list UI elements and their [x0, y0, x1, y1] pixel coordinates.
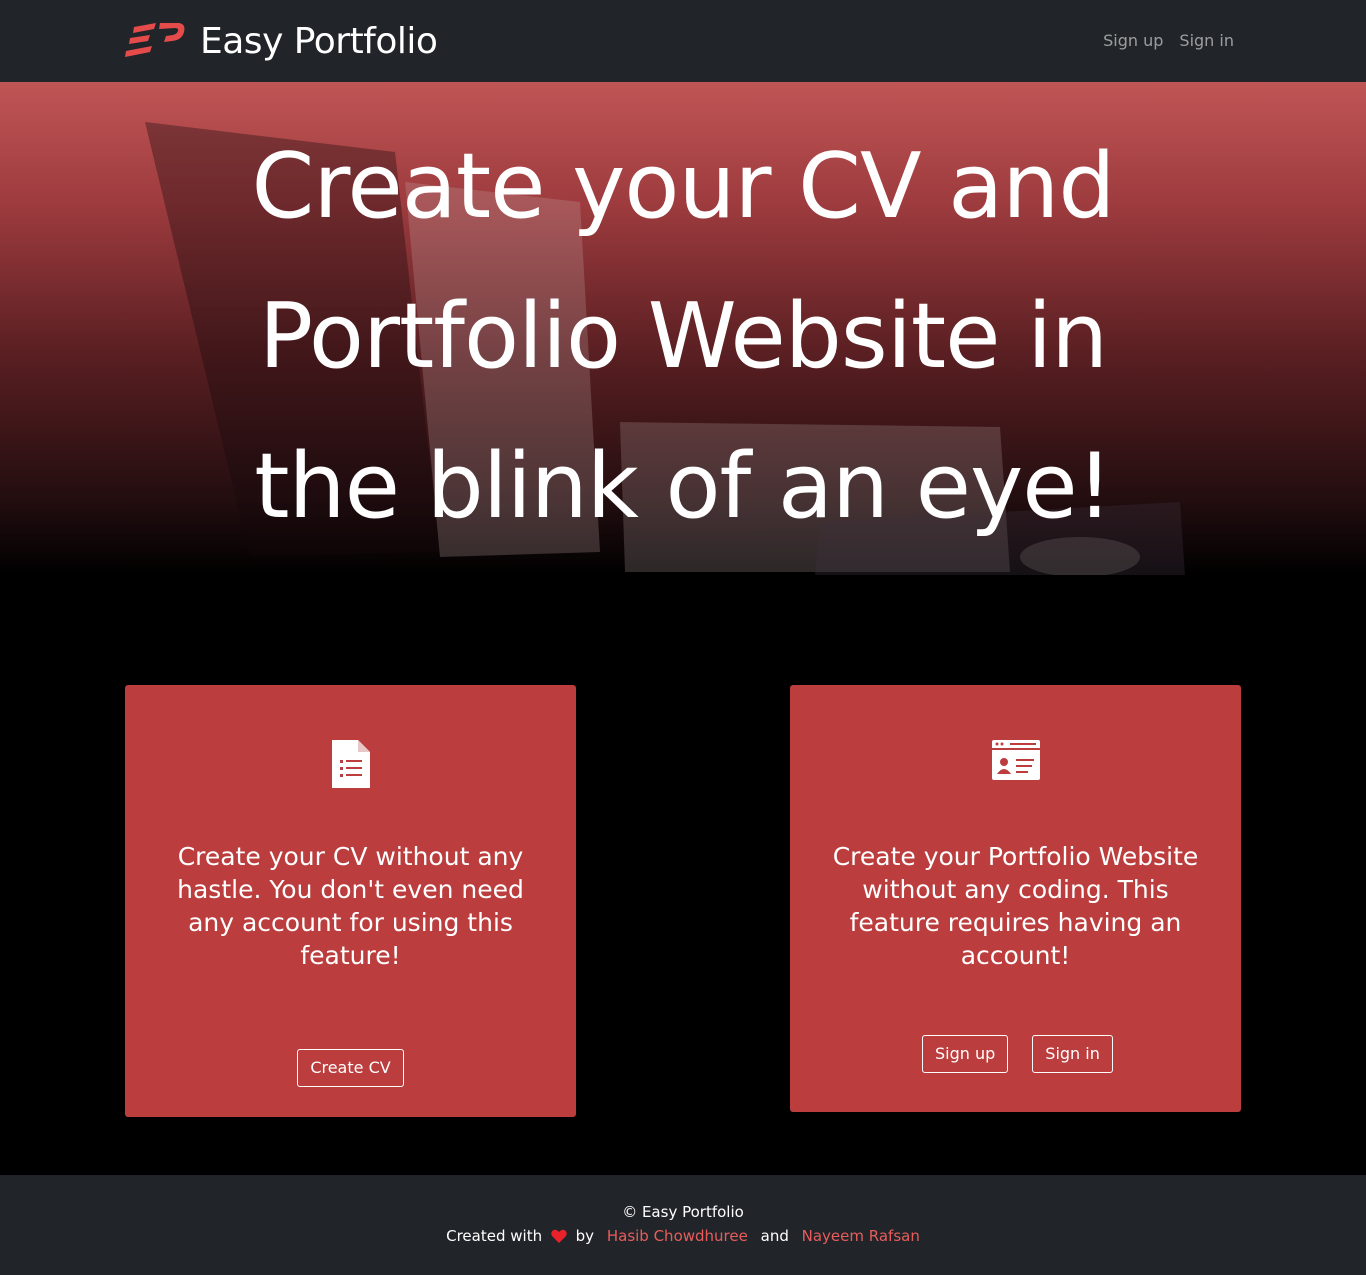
nav-links: Sign up Sign in: [1103, 31, 1234, 50]
portfolio-card-buttons: Sign up Sign in: [922, 1035, 1113, 1073]
hero-banner: Create your CV and Portfolio Website in …: [0, 82, 1366, 575]
card-sign-in-button[interactable]: Sign in: [1032, 1035, 1113, 1073]
create-cv-button[interactable]: Create CV: [297, 1049, 404, 1087]
footer-by: by: [575, 1227, 595, 1245]
portfolio-card: Create your Portfolio Website without an…: [790, 685, 1241, 1112]
nav-sign-up-link[interactable]: Sign up: [1103, 31, 1163, 50]
footer-credits: Created with by Hasib Chowdhuree and Nay…: [0, 1227, 1366, 1245]
footer-created-with: Created with: [446, 1227, 543, 1245]
document-list-icon: [331, 740, 370, 788]
footer: © Easy Portfolio Created with by Hasib C…: [0, 1175, 1366, 1275]
cv-card: Create your CV without any hastle. You d…: [125, 685, 576, 1117]
hero-title: Create your CV and Portfolio Website in …: [251, 134, 1116, 539]
author-hasib-link[interactable]: Hasib Chowdhuree: [607, 1227, 748, 1245]
nav-sign-in-link[interactable]: Sign in: [1179, 31, 1234, 50]
author-nayeem-link[interactable]: Nayeem Rafsan: [802, 1227, 920, 1245]
footer-and: and: [760, 1227, 789, 1245]
navbar: Easy Portfolio Sign up Sign in: [0, 0, 1366, 82]
brand-name: Easy Portfolio: [200, 20, 438, 62]
portfolio-card-text: Create your Portfolio Website without an…: [832, 842, 1199, 970]
brand[interactable]: Easy Portfolio: [124, 16, 438, 66]
cv-card-text: Create your CV without any hastle. You d…: [177, 842, 524, 970]
footer-copyright: © Easy Portfolio: [622, 1203, 744, 1221]
heart-icon: [551, 1229, 567, 1243]
card-sign-up-button[interactable]: Sign up: [922, 1035, 1009, 1073]
brand-logo-icon: [125, 23, 185, 57]
id-card-icon: [991, 740, 1040, 780]
